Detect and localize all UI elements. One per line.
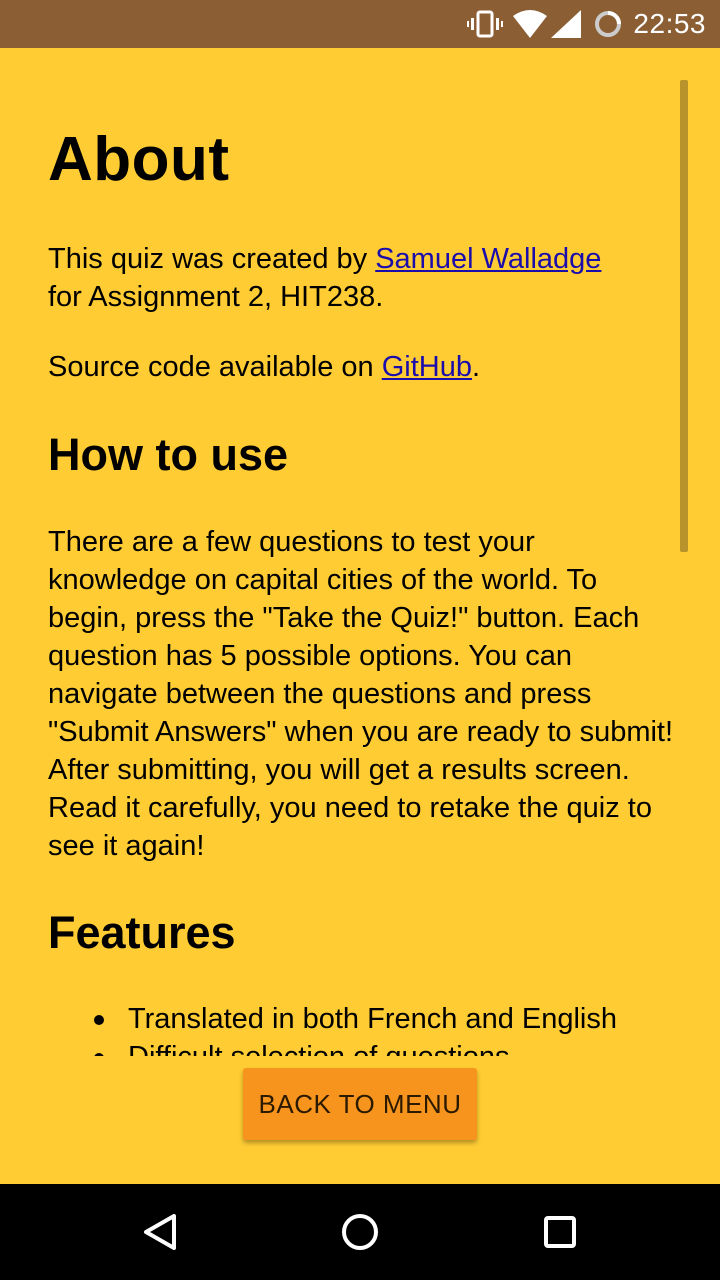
intro-suffix: for Assignment 2, HIT238.: [48, 281, 384, 313]
how-to-use-heading: How to use: [48, 429, 289, 480]
source-paragraph: Source code available on GitHub.: [48, 348, 480, 386]
features-list: Translated in both French and English Di…: [88, 1000, 617, 1056]
navigation-bar: [0, 1184, 720, 1280]
about-content[interactable]: About This quiz was created by Samuel Wa…: [0, 48, 720, 1056]
battery-loading-icon: [593, 9, 623, 39]
vibrate-icon: [467, 10, 504, 38]
status-time: 22:53: [633, 8, 706, 39]
home-icon[interactable]: [336, 1208, 384, 1256]
status-icons: 22:53: [467, 0, 706, 48]
bottom-action-area: BACK TO MENU: [0, 1056, 720, 1184]
source-prefix: Source code available on: [48, 351, 382, 383]
signal-icon: [551, 10, 582, 38]
page-title: About: [48, 125, 230, 194]
back-to-menu-button[interactable]: BACK TO MENU: [243, 1068, 477, 1140]
list-item: Translated in both French and English: [88, 1000, 617, 1038]
source-suffix: .: [472, 351, 481, 383]
intro-prefix: This quiz was created by: [48, 243, 376, 275]
author-link[interactable]: Samuel Walladge: [375, 243, 601, 275]
features-heading: Features: [48, 907, 236, 958]
back-icon[interactable]: [136, 1208, 184, 1256]
github-link[interactable]: GitHub: [382, 351, 472, 383]
intro-paragraph: This quiz was created by Samuel Walladge…: [48, 240, 601, 316]
status-bar: 22:53: [0, 0, 720, 48]
scrollbar-thumb[interactable]: [680, 80, 688, 552]
wifi-icon: [513, 10, 548, 38]
recents-icon[interactable]: [536, 1208, 584, 1256]
list-item: Difficult selection of questions: [88, 1038, 617, 1056]
how-to-use-body: There are a few questions to test your k…: [48, 526, 674, 862]
